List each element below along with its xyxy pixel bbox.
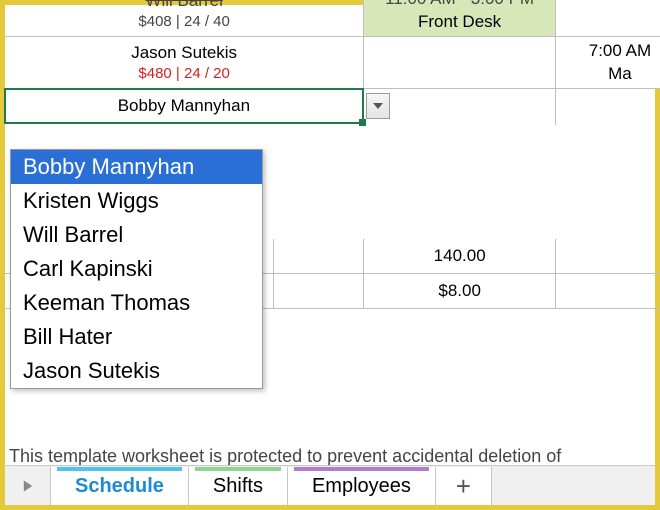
tab-color-bar	[57, 467, 182, 471]
employee-meta: $480 | 24 / 20	[138, 65, 229, 82]
empty-cell[interactable]	[274, 239, 364, 273]
shift-time: 7:00 AM	[589, 40, 651, 62]
shift-cell[interactable]: 11:00 AM - 3:00 PM Front Desk	[364, 0, 556, 36]
add-sheet-button[interactable]: +	[436, 467, 492, 505]
tab-nav-button[interactable]	[5, 467, 51, 505]
dropdown-item[interactable]: Carl Kapinski	[11, 252, 262, 286]
active-cell[interactable]: Bobby Mannyhan	[4, 88, 364, 124]
tab-employees[interactable]: Employees	[288, 467, 436, 505]
dropdown-item[interactable]: Jason Sutekis	[11, 354, 262, 388]
shift-role: Ma	[608, 63, 632, 85]
employee-name: Will Barrel	[145, 0, 222, 11]
employee-meta: $408 | 24 / 40	[138, 13, 229, 30]
summary-cell[interactable]: $8.00	[364, 274, 556, 308]
tab-shifts[interactable]: Shifts	[189, 467, 288, 505]
summary-cell[interactable]: $8	[556, 274, 660, 308]
dropdown-item[interactable]: Will Barrel	[11, 218, 262, 252]
tab-color-bar	[294, 467, 429, 471]
shift-cell[interactable]: 7:00 AM Ma	[556, 37, 660, 88]
chevron-down-icon	[373, 103, 383, 109]
empty-cell[interactable]	[364, 89, 556, 125]
employee-name: Jason Sutekis	[131, 43, 237, 63]
empty-cell[interactable]	[364, 37, 556, 88]
employee-name-cell[interactable]: Jason Sutekis $480 | 24 / 20	[5, 37, 364, 88]
shift-time: 11:00 AM - 3:00 PM	[385, 0, 534, 11]
fill-handle[interactable]	[359, 119, 366, 126]
empty-cell[interactable]	[556, 89, 660, 125]
protection-note: This template worksheet is protected to …	[5, 446, 655, 467]
tab-color-bar	[195, 467, 281, 471]
dropdown-list[interactable]: Bobby Mannyhan Kristen Wiggs Will Barrel…	[10, 149, 263, 389]
summary-cell[interactable]: 15	[556, 239, 660, 273]
dropdown-item[interactable]: Kristen Wiggs	[11, 184, 262, 218]
play-icon	[21, 479, 35, 493]
shift-role: Front Desk	[418, 11, 501, 33]
employee-row: Jason Sutekis $480 | 24 / 20 7:00 AM Ma	[5, 37, 660, 89]
dropdown-item[interactable]: Bobby Mannyhan	[11, 150, 262, 184]
active-row: Bobby Mannyhan	[5, 89, 660, 125]
dropdown-button[interactable]	[366, 93, 390, 119]
active-cell-value: Bobby Mannyhan	[118, 96, 250, 116]
tab-schedule[interactable]: Schedule	[51, 467, 189, 505]
empty-cell[interactable]	[274, 274, 364, 308]
summary-cell[interactable]: 140.00	[364, 239, 556, 273]
dropdown-item[interactable]: Keeman Thomas	[11, 286, 262, 320]
employee-name-cell[interactable]: Will Barrel $408 | 24 / 40	[5, 0, 364, 36]
spreadsheet-grid: Will Barrel $408 | 24 / 40 11:00 AM - 3:…	[5, 0, 660, 125]
sheet-tab-bar: Schedule Shifts Employees +	[5, 465, 655, 505]
employee-row: Will Barrel $408 | 24 / 40 11:00 AM - 3:…	[5, 0, 660, 37]
dropdown-item[interactable]: Bill Hater	[11, 320, 262, 354]
empty-cell[interactable]	[556, 0, 660, 36]
